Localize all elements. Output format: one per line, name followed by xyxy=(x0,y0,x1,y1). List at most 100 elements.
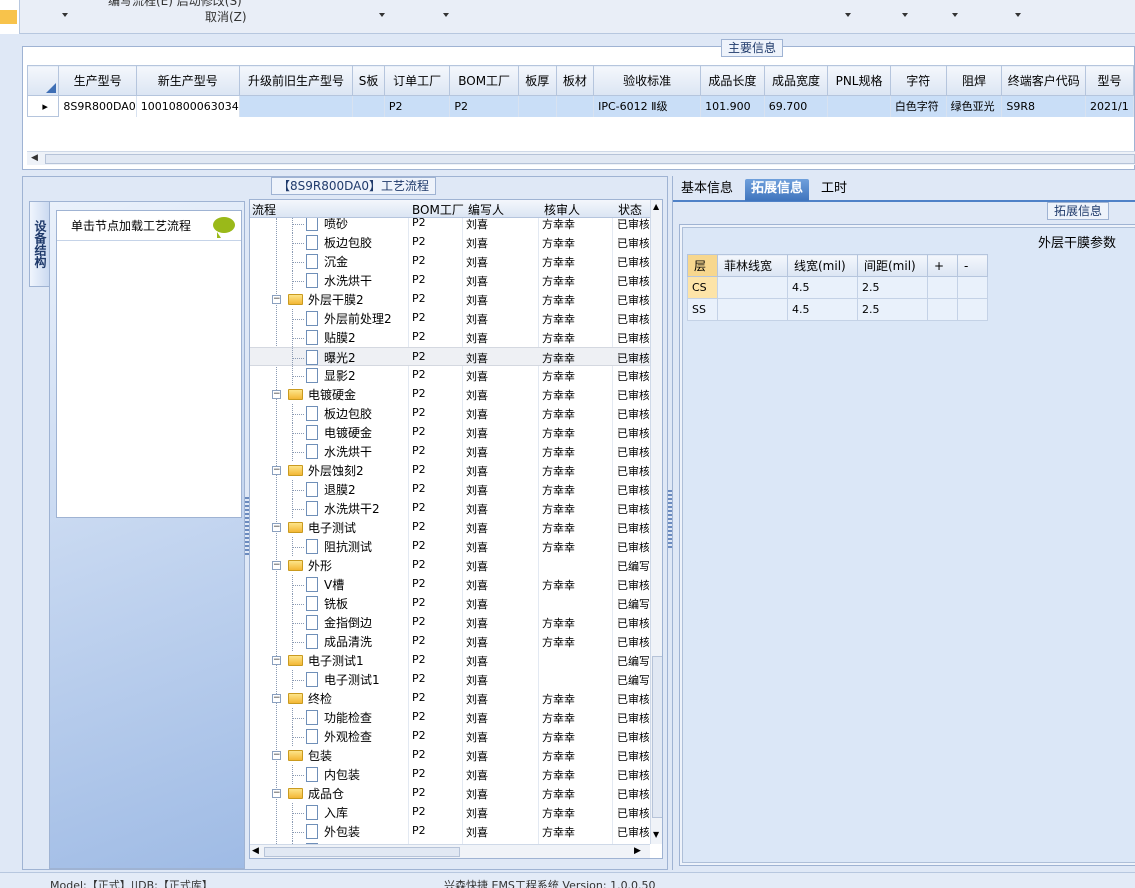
tree-node-step[interactable]: 贴膜2 P2 刘喜 方幸幸 已审核 xyxy=(250,328,650,347)
tree-node-group[interactable]: − 外层蚀刻2 P2 刘喜 方幸幸 已审核 xyxy=(250,461,650,480)
table-cell[interactable] xyxy=(556,95,595,117)
tree-node-step[interactable]: 成品清洗 P2 刘喜 方幸幸 已审核 xyxy=(250,632,650,651)
table-cell[interactable] xyxy=(239,95,354,117)
collapse-icon[interactable]: − xyxy=(272,523,281,532)
collapse-icon[interactable]: − xyxy=(272,789,281,798)
add-row-button[interactable]: + xyxy=(927,254,958,277)
column-header[interactable]: 订单工厂 xyxy=(383,65,451,96)
column-header[interactable]: 阻焊 xyxy=(945,65,1003,96)
table-cell[interactable]: IPC-6012 Ⅱ级 xyxy=(593,95,702,117)
horizontal-scrollbar[interactable]: ◀ xyxy=(27,151,1135,165)
scroll-up-icon[interactable]: ▲ xyxy=(653,202,659,211)
column-header[interactable]: S板 xyxy=(352,65,385,96)
column-header[interactable]: 状态 xyxy=(618,201,642,218)
column-header[interactable]: 层 xyxy=(687,254,718,277)
tree-node-step[interactable]: 退膜2 P2 刘喜 方幸幸 已审核 xyxy=(250,480,650,499)
dropdown-arrow-icon[interactable] xyxy=(845,13,851,17)
collapse-icon[interactable]: − xyxy=(272,295,281,304)
table-cell[interactable] xyxy=(518,95,557,117)
table-cell[interactable]: 4.5 xyxy=(787,298,858,321)
column-header[interactable]: 成品长度 xyxy=(700,65,765,96)
tree-node-step[interactable]: 板边包胶 P2 刘喜 方幸幸 已审核 xyxy=(250,233,650,252)
table-cell[interactable]: 绿色亚光 xyxy=(946,95,1003,117)
tree-node-step[interactable]: 铣板 P2 刘喜 已编写 xyxy=(250,594,650,613)
column-header[interactable]: 验收标准 xyxy=(593,65,702,96)
equipment-tree[interactable]: 单击节点加载工艺流程 xyxy=(56,210,242,518)
collapse-icon[interactable]: − xyxy=(272,466,281,475)
table-cell[interactable] xyxy=(927,276,958,299)
tree-node-group[interactable]: − 成品仓 P2 刘喜 方幸幸 已审核 xyxy=(250,784,650,803)
horizontal-scrollbar[interactable]: ◀ ▶ xyxy=(250,844,650,858)
tree-node-step[interactable]: 外观检查 P2 刘喜 方幸幸 已审核 xyxy=(250,727,650,746)
tree-node-step[interactable]: 板边包胶 P2 刘喜 方幸幸 已审核 xyxy=(250,404,650,423)
table-cell[interactable]: 4.5 xyxy=(787,276,858,299)
column-header[interactable]: 编写人 xyxy=(468,201,504,218)
table-cell[interactable]: 2.5 xyxy=(857,298,928,321)
column-header[interactable]: 升级前旧生产型号 xyxy=(238,65,354,96)
table-cell[interactable]: 101.900 xyxy=(700,95,765,117)
remove-row-button[interactable]: - xyxy=(957,254,988,277)
tree-node-step[interactable]: 喷砂 P2 刘喜 方幸幸 已审核 xyxy=(250,218,650,233)
scroll-down-icon[interactable]: ▼ xyxy=(653,830,659,839)
scroll-left-icon[interactable]: ◀ xyxy=(31,153,38,163)
table-cell[interactable]: 10010800063034 xyxy=(136,95,240,117)
tree-node-group[interactable]: − 电镀硬金 P2 刘喜 方幸幸 已审核 xyxy=(250,385,650,404)
cancel-button[interactable]: 取消(Z) xyxy=(205,8,247,25)
tree-node-step[interactable]: 电镀硬金 P2 刘喜 方幸幸 已审核 xyxy=(250,423,650,442)
tree-node-group[interactable]: − 外形 P2 刘喜 已编写 xyxy=(250,556,650,575)
table-cell[interactable] xyxy=(927,298,958,321)
tree-node-step[interactable]: 水洗烘干 P2 刘喜 方幸幸 已审核 xyxy=(250,442,650,461)
table-cell[interactable]: P2 xyxy=(449,95,519,117)
collapse-icon[interactable]: − xyxy=(272,390,281,399)
column-header[interactable]: 间距(mil) xyxy=(857,254,928,277)
dropdown-arrow-icon[interactable] xyxy=(379,13,385,17)
column-header[interactable]: BOM工厂 xyxy=(449,65,519,96)
scrollbar-thumb[interactable] xyxy=(264,847,460,857)
tree-node-step[interactable]: 水洗烘干 P2 刘喜 方幸幸 已审核 xyxy=(250,271,650,290)
speech-bubble-icon[interactable] xyxy=(213,217,235,238)
table-cell[interactable] xyxy=(827,95,891,117)
scroll-right-icon[interactable]: ▶ xyxy=(634,846,641,856)
table-row[interactable]: CS 4.5 2.5 xyxy=(687,276,988,299)
tree-node-step[interactable]: 外包装 P2 刘喜 方幸幸 已审核 xyxy=(250,822,650,841)
table-cell[interactable] xyxy=(957,276,988,299)
column-header[interactable]: 核审人 xyxy=(544,201,580,218)
column-header[interactable]: PNL规格 xyxy=(827,65,891,96)
tree-node-step[interactable]: 金指倒边 P2 刘喜 方幸幸 已审核 xyxy=(250,613,650,632)
column-header[interactable]: 型号 xyxy=(1085,65,1134,96)
dropdown-arrow-icon[interactable] xyxy=(902,13,908,17)
tree-node-step[interactable]: 入库 P2 刘喜 方幸幸 已审核 xyxy=(250,803,650,822)
column-header[interactable]: 板厚 xyxy=(517,65,557,96)
tab-work-hours[interactable]: 工时 xyxy=(815,179,853,201)
table-cell[interactable]: 69.700 xyxy=(764,95,829,117)
collapse-icon[interactable]: − xyxy=(272,694,281,703)
dropdown-arrow-icon[interactable] xyxy=(1015,13,1021,17)
column-header[interactable]: 菲林线宽 xyxy=(717,254,788,277)
tree-node-step[interactable]: 曝光2 P2 刘喜 方幸幸 已审核 xyxy=(250,347,650,367)
scrollbar-thumb[interactable] xyxy=(652,656,662,818)
tab-extended-info[interactable]: 拓展信息 xyxy=(745,179,810,201)
collapse-icon[interactable]: − xyxy=(272,751,281,760)
scrollbar-thumb[interactable] xyxy=(45,154,1135,164)
tab-basic-info[interactable]: 基本信息 xyxy=(675,179,739,201)
column-header[interactable]: 线宽(mil) xyxy=(787,254,858,277)
tree-node-step[interactable]: 沉金 P2 刘喜 方幸幸 已审核 xyxy=(250,252,650,271)
dropdown-arrow-icon[interactable] xyxy=(62,13,68,17)
column-header[interactable]: 新生产型号 xyxy=(135,65,240,96)
tree-node-step[interactable]: 内包装 P2 刘喜 方幸幸 已审核 xyxy=(250,765,650,784)
table-row[interactable]: SS 4.5 2.5 xyxy=(687,298,988,321)
tree-node-group[interactable]: − 外层干膜2 P2 刘喜 方幸幸 已审核 xyxy=(250,290,650,309)
tree-node-step[interactable]: V槽 P2 刘喜 方幸幸 已审核 xyxy=(250,575,650,594)
dropdown-arrow-icon[interactable] xyxy=(952,13,958,17)
column-header[interactable]: 终端客户代码 xyxy=(1001,65,1087,96)
tree-node-step[interactable]: 水洗烘干2 P2 刘喜 方幸幸 已审核 xyxy=(250,499,650,518)
column-header[interactable]: 字符 xyxy=(889,65,947,96)
table-cell[interactable]: 2.5 xyxy=(857,276,928,299)
dropdown-arrow-icon[interactable] xyxy=(443,13,449,17)
tree-node-step[interactable]: 外层前处理2 P2 刘喜 方幸幸 已审核 xyxy=(250,309,650,328)
tree-node-step[interactable]: 显影2 P2 刘喜 方幸幸 已审核 xyxy=(250,366,650,385)
table-cell[interactable]: 8S9R800DA0 xyxy=(58,95,137,117)
collapse-icon[interactable]: − xyxy=(272,561,281,570)
column-header[interactable]: 板材 xyxy=(555,65,595,96)
tree-node-step[interactable]: 功能检查 P2 刘喜 方幸幸 已审核 xyxy=(250,708,650,727)
